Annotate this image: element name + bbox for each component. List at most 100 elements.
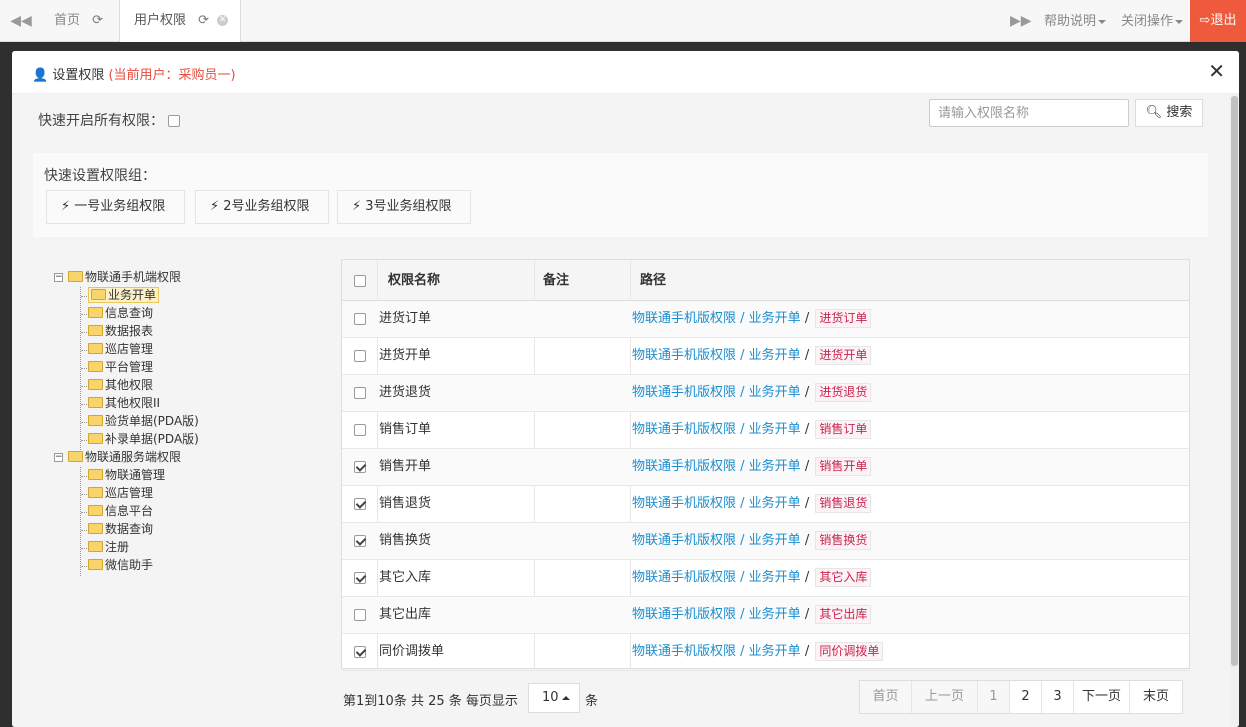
tree-node[interactable]: 数据报表 xyxy=(88,323,153,340)
path-link[interactable]: 业务开单 xyxy=(749,348,801,363)
path-tag: 进货订单 xyxy=(815,309,872,328)
row-checkbox[interactable] xyxy=(354,460,366,473)
scrollbar-thumb[interactable] xyxy=(1231,96,1238,666)
close-modal-icon[interactable]: ✕ xyxy=(1208,61,1225,81)
tree-node-root[interactable]: − 物联通服务端权限 xyxy=(54,449,181,466)
next-page-button[interactable]: 下一页 xyxy=(1074,681,1130,713)
tree-node[interactable]: 微信助手 xyxy=(88,557,153,574)
tree-node[interactable]: 物联通管理 xyxy=(88,467,165,484)
tree-node[interactable]: 数据查询 xyxy=(88,521,153,538)
table-row[interactable]: 销售换货 物联通手机版权限 / 业务开单 / 销售换货 xyxy=(342,523,1189,560)
scroll-right-icon[interactable]: ▶▶ xyxy=(1010,10,1032,32)
group-button-3[interactable]: ⚡︎ 3号业务组权限 xyxy=(337,190,471,224)
page-button-3[interactable]: 3 xyxy=(1042,681,1074,713)
path-link[interactable]: 物联通手机版权限 xyxy=(632,607,736,622)
tree-node[interactable]: 业务开单 xyxy=(88,287,160,304)
path-link[interactable]: 业务开单 xyxy=(749,644,801,659)
folder-icon xyxy=(91,289,106,300)
exit-button[interactable]: ⇨退出 xyxy=(1190,0,1246,42)
table-row[interactable]: 销售订单 物联通手机版权限 / 业务开单 / 销售订单 xyxy=(342,412,1189,449)
path-link[interactable]: 物联通手机版权限 xyxy=(632,422,736,437)
tab-user-permission[interactable]: 用户权限 ⟳ ✕ xyxy=(119,0,241,42)
path-link[interactable]: 业务开单 xyxy=(749,311,801,326)
path-link[interactable]: 业务开单 xyxy=(749,459,801,474)
row-checkbox[interactable] xyxy=(354,423,366,436)
group-button-1[interactable]: ⚡︎ 一号业务组权限 xyxy=(46,190,185,224)
table-row[interactable]: 进货退货 物联通手机版权限 / 业务开单 / 进货退货 xyxy=(342,375,1189,412)
pagination-info: 第1到10条 共 25 条 每页显示 xyxy=(343,694,518,709)
tree-node[interactable]: 平台管理 xyxy=(88,359,153,376)
row-checkbox[interactable] xyxy=(354,534,366,547)
tree-node[interactable]: 注册 xyxy=(88,539,129,556)
table-row[interactable]: 其它出库 物联通手机版权限 / 业务开单 / 其它出库 xyxy=(342,597,1189,634)
path-link[interactable]: 物联通手机版权限 xyxy=(632,385,736,400)
help-dropdown[interactable]: 帮助说明 xyxy=(1044,0,1107,42)
row-checkbox[interactable] xyxy=(354,386,366,399)
modal-scrollbar[interactable] xyxy=(1230,94,1239,727)
prev-page-button[interactable]: 上一页 xyxy=(912,681,978,713)
tree-node[interactable]: 验货单据(PDA版) xyxy=(88,413,199,430)
refresh-icon[interactable]: ⟳ xyxy=(92,13,103,28)
tree-node[interactable]: 其他权限II xyxy=(88,395,160,412)
enable-all-checkbox[interactable] xyxy=(168,115,181,127)
row-checkbox[interactable] xyxy=(354,349,366,362)
search-button[interactable]: 🔍︎ 搜索 xyxy=(1135,99,1203,127)
path-link[interactable]: 物联通手机版权限 xyxy=(632,496,736,511)
row-checkbox[interactable] xyxy=(354,608,366,621)
page-size-select[interactable]: 10 xyxy=(528,683,580,713)
group-button-2[interactable]: ⚡︎ 2号业务组权限 xyxy=(195,190,329,224)
tree-node[interactable]: 补录单据(PDA版) xyxy=(88,431,199,448)
path-link[interactable]: 业务开单 xyxy=(749,570,801,585)
close-ops-dropdown[interactable]: 关闭操作 xyxy=(1121,0,1184,42)
collapse-icon[interactable]: − xyxy=(54,453,63,462)
first-page-button[interactable]: 首页 xyxy=(860,681,912,713)
permission-name: 销售订单 xyxy=(379,422,432,437)
page-button-1[interactable]: 1 xyxy=(978,681,1010,713)
path-link[interactable]: 物联通手机版权限 xyxy=(632,311,736,326)
header-note[interactable]: 备注 xyxy=(543,260,569,301)
search-input[interactable] xyxy=(929,99,1129,127)
last-page-button[interactable]: 末页 xyxy=(1130,681,1182,713)
group-button-label: 2号业务组权限 xyxy=(223,199,310,214)
header-path[interactable]: 路径 xyxy=(640,260,666,301)
collapse-icon[interactable]: − xyxy=(54,273,63,282)
scroll-left-icon[interactable]: ◀◀ xyxy=(8,10,34,32)
row-checkbox[interactable] xyxy=(354,497,366,510)
tree-node[interactable]: 信息平台 xyxy=(88,503,153,520)
header-name[interactable]: 权限名称 xyxy=(388,260,440,301)
path-link[interactable]: 物联通手机版权限 xyxy=(632,533,736,548)
path-separator: / xyxy=(736,311,749,326)
tree-node[interactable]: 巡店管理 xyxy=(88,485,153,502)
path-link[interactable]: 物联通手机版权限 xyxy=(632,348,736,363)
path-separator: / xyxy=(800,607,814,622)
close-tab-icon[interactable]: ✕ xyxy=(217,15,229,26)
table-row[interactable]: 进货开单 物联通手机版权限 / 业务开单 / 进货开单 xyxy=(342,338,1189,375)
tree-node-root[interactable]: − 物联通手机端权限 xyxy=(54,269,181,286)
row-checkbox[interactable] xyxy=(354,312,366,325)
quick-enable-all-label: 快速开启所有权限： xyxy=(38,113,164,129)
path-link[interactable]: 业务开单 xyxy=(749,422,801,437)
table-row[interactable]: 销售退货 物联通手机版权限 / 业务开单 / 销售退货 xyxy=(342,486,1189,523)
path-link[interactable]: 物联通手机版权限 xyxy=(632,644,736,659)
group-button-label: 3号业务组权限 xyxy=(365,199,452,214)
refresh-icon[interactable]: ⟳ xyxy=(198,13,209,28)
row-checkbox[interactable] xyxy=(354,571,366,584)
path-link[interactable]: 业务开单 xyxy=(749,607,801,622)
tree-node[interactable]: 信息查询 xyxy=(88,305,153,322)
page-button-2[interactable]: 2 xyxy=(1010,681,1042,713)
table-row[interactable]: 进货订单 物联通手机版权限 / 业务开单 / 进货订单 xyxy=(342,301,1189,338)
table-row[interactable]: 同价调拨单 物联通手机版权限 / 业务开单 / 同价调拨单 xyxy=(342,634,1189,671)
path-link[interactable]: 物联通手机版权限 xyxy=(632,459,736,474)
tree-node[interactable]: 巡店管理 xyxy=(88,341,153,358)
tree-node[interactable]: 其他权限 xyxy=(88,377,153,394)
table-row[interactable]: 其它入库 物联通手机版权限 / 业务开单 / 其它入库 xyxy=(342,560,1189,597)
path-link[interactable]: 业务开单 xyxy=(749,385,801,400)
path-link[interactable]: 物联通手机版权限 xyxy=(632,570,736,585)
row-checkbox[interactable] xyxy=(354,645,366,658)
tab-home[interactable]: 首页 ⟳ xyxy=(40,0,118,42)
table-row[interactable]: 销售开单 物联通手机版权限 / 业务开单 / 销售开单 xyxy=(342,449,1189,486)
path-link[interactable]: 业务开单 xyxy=(749,533,801,548)
permission-name: 同价调拨单 xyxy=(379,644,445,659)
select-all-checkbox[interactable] xyxy=(354,274,366,287)
path-link[interactable]: 业务开单 xyxy=(749,496,801,511)
